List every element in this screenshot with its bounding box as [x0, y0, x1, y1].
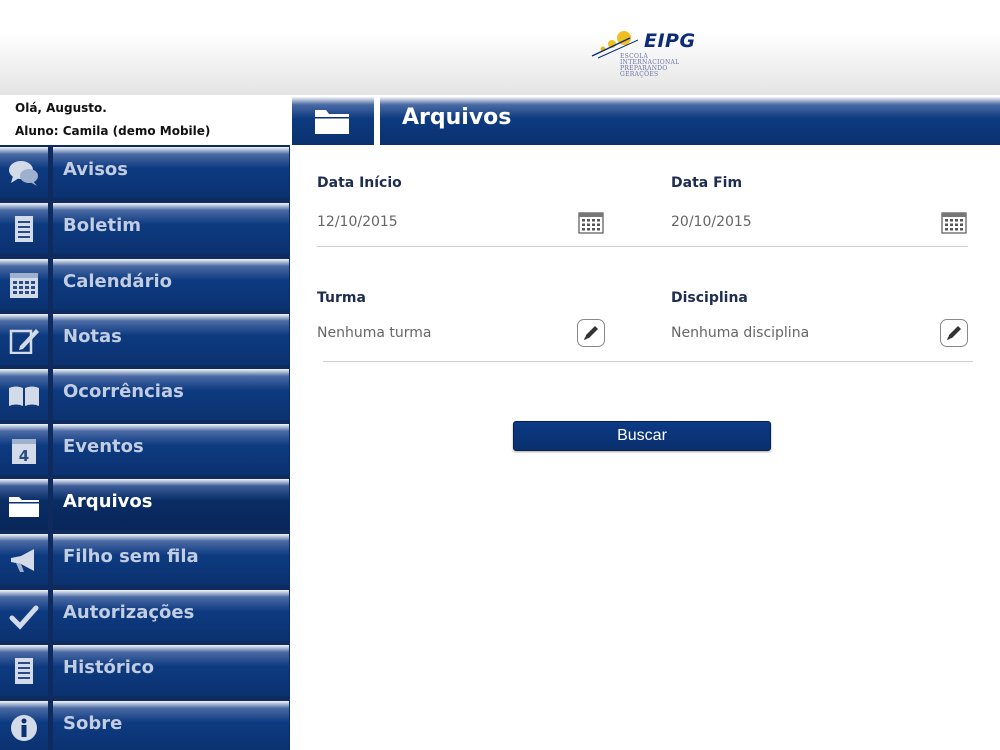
page-title-bar: Arquivos: [292, 97, 1000, 145]
sidebar-item-label: Calendário: [63, 271, 172, 292]
data-inicio-field[interactable]: 12/10/2015: [317, 214, 398, 230]
checkmark-icon: [9, 605, 39, 630]
sidebar-item-sobre[interactable]: Sobre: [0, 699, 290, 750]
divider: [317, 246, 968, 247]
sidebar-item-avisos[interactable]: Avisos: [0, 145, 290, 200]
sidebar-item-label: Eventos: [63, 436, 144, 457]
page-title: Arquivos: [402, 105, 512, 130]
turma-label: Turma: [317, 290, 366, 306]
sidebar-item-label: Ocorrências: [63, 381, 184, 402]
sidebar-nav: Avisos Boletim Calendário Notas Ocorrênc…: [0, 145, 290, 750]
sidebar-item-label: Notas: [63, 326, 122, 347]
sidebar-item-arquivos[interactable]: Arquivos: [0, 477, 290, 532]
user-info: Olá, Augusto. Aluno: Camila (demo Mobile…: [0, 95, 290, 145]
sidebar-item-label: Sobre: [63, 713, 123, 734]
megaphone-icon: [11, 549, 34, 572]
disciplina-label: Disciplina: [671, 290, 748, 306]
turma-field[interactable]: Nenhuma turma: [317, 325, 431, 341]
chat-bubbles-icon: [9, 161, 38, 186]
eipg-logo: EIPG ESCOLA INTERNACIONAL PREPARANDO GER…: [590, 30, 710, 78]
data-fim-field[interactable]: 20/10/2015: [671, 214, 752, 230]
search-button[interactable]: Buscar: [513, 421, 771, 451]
user-greeting: Olá, Augusto.: [15, 101, 107, 115]
sidebar-item-historico[interactable]: Histórico: [0, 643, 290, 698]
data-inicio-label: Data Início: [317, 175, 402, 191]
disciplina-field[interactable]: Nenhuma disciplina: [671, 325, 809, 341]
document-icon: [15, 216, 33, 242]
info-icon: [11, 715, 37, 741]
app-header: EIPG ESCOLA INTERNACIONAL PREPARANDO GER…: [0, 0, 1000, 95]
calendar-icon[interactable]: [578, 210, 604, 234]
sidebar-item-label: Boletim: [63, 215, 141, 236]
student-name: Aluno: Camila (demo Mobile): [15, 124, 211, 138]
divider: [323, 361, 973, 362]
edit-disciplina-button[interactable]: [940, 319, 968, 347]
logo-subtitle: ESCOLA INTERNACIONAL PREPARANDO GERAÇÕES: [620, 53, 680, 78]
folder-icon: [315, 110, 349, 134]
sidebar-item-boletim[interactable]: Boletim: [0, 201, 290, 256]
calendar-day-icon: 4: [12, 439, 36, 464]
edit-turma-button[interactable]: [577, 319, 605, 347]
sidebar-item-label: Histórico: [63, 657, 155, 678]
sidebar-item-calendario[interactable]: Calendário: [0, 257, 290, 312]
pencil-icon: [947, 326, 961, 340]
logo-text: EIPG: [644, 30, 696, 52]
calendar-icon: [10, 273, 38, 298]
sidebar-item-autorizacoes[interactable]: Autorizações: [0, 588, 290, 643]
sidebar-item-label: Arquivos: [63, 491, 153, 512]
list-document-icon: [15, 658, 33, 684]
pencil-note-icon: [9, 329, 39, 354]
data-fim-label: Data Fim: [671, 175, 743, 191]
open-book-icon: [9, 386, 39, 406]
calendar-icon[interactable]: [941, 210, 967, 234]
sidebar-item-eventos[interactable]: 4 Eventos: [0, 422, 290, 477]
svg-text:4: 4: [19, 447, 29, 464]
sidebar-item-notas[interactable]: Notas: [0, 312, 290, 367]
sidebar-item-label: Avisos: [63, 159, 128, 180]
folder-icon: [9, 497, 39, 517]
pencil-icon: [584, 326, 598, 340]
sidebar-item-label: Autorizações: [63, 602, 195, 623]
sidebar-item-filho-sem-fila[interactable]: Filho sem fila: [0, 532, 290, 587]
sidebar-item-ocorrencias[interactable]: Ocorrências: [0, 367, 290, 422]
sidebar-item-label: Filho sem fila: [63, 546, 199, 567]
